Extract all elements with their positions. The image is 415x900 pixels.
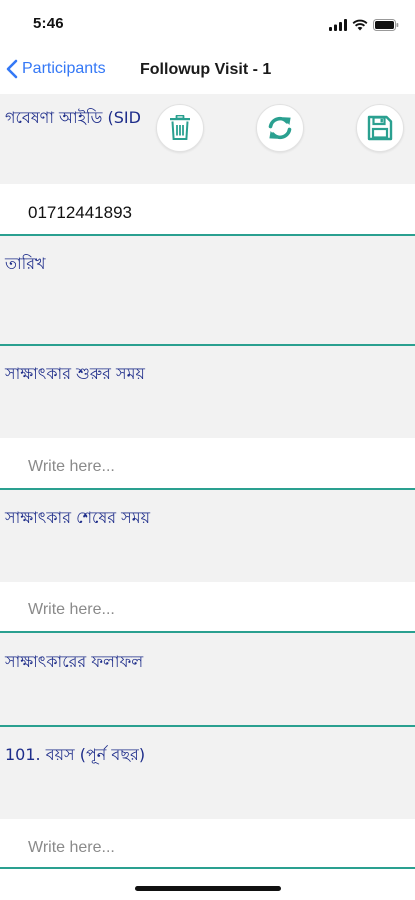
interview-start-placeholder: Write here...	[28, 458, 115, 475]
age-placeholder: Write here...	[28, 839, 115, 856]
chevron-left-icon	[6, 59, 18, 79]
research-id-section: গবেষণা আইডি (SID	[0, 94, 415, 184]
delete-button[interactable]	[156, 104, 204, 152]
interview-end-placeholder: Write here...	[28, 601, 115, 618]
refresh-icon	[268, 116, 292, 140]
interview-start-input[interactable]: Write here...	[0, 438, 415, 488]
age-section: 101. বয়স (পূর্ন বছর)	[0, 727, 415, 819]
navigation-bar: Participants Followup Visit - 1	[0, 50, 415, 94]
save-icon	[367, 115, 393, 141]
battery-icon	[373, 16, 399, 35]
research-id-label: গবেষণা আইডি (SID	[5, 108, 141, 127]
back-button[interactable]: Participants	[6, 59, 106, 79]
signal-icon	[329, 16, 347, 35]
interview-result-section[interactable]: সাক্ষাৎকারের ফলাফল	[0, 633, 415, 725]
refresh-button[interactable]	[256, 104, 304, 152]
divider	[0, 867, 415, 869]
research-id-field[interactable]: 01712441893	[0, 184, 415, 234]
interview-start-label: সাক্ষাৎকার শুরুর সময়	[5, 364, 145, 383]
interview-end-section: সাক্ষাৎকার শেষের সময়	[0, 490, 415, 582]
wifi-icon	[352, 16, 368, 35]
age-input[interactable]: Write here...	[0, 819, 415, 869]
status-bar: 5:46	[0, 0, 415, 50]
page-title: Followup Visit - 1	[140, 61, 272, 78]
back-button-label: Participants	[22, 60, 106, 77]
save-button[interactable]	[356, 104, 404, 152]
home-indicator	[135, 886, 281, 891]
trash-icon	[170, 115, 190, 140]
interview-result-label: সাক্ষাৎকারের ফলাফল	[5, 652, 144, 671]
status-time: 5:46	[33, 15, 64, 32]
interview-end-input[interactable]: Write here...	[0, 582, 415, 631]
date-label: তারিখ	[5, 254, 46, 273]
date-section[interactable]: তারিখ	[0, 236, 415, 344]
status-icons	[329, 16, 399, 35]
interview-end-label: সাক্ষাৎকার শেষের সময়	[5, 508, 151, 527]
interview-start-section: সাক্ষাৎকার শুরুর সময়	[0, 346, 415, 438]
research-id-value: 01712441893	[28, 203, 133, 222]
age-label: 101. বয়স (পূর্ন বছর)	[5, 745, 146, 764]
